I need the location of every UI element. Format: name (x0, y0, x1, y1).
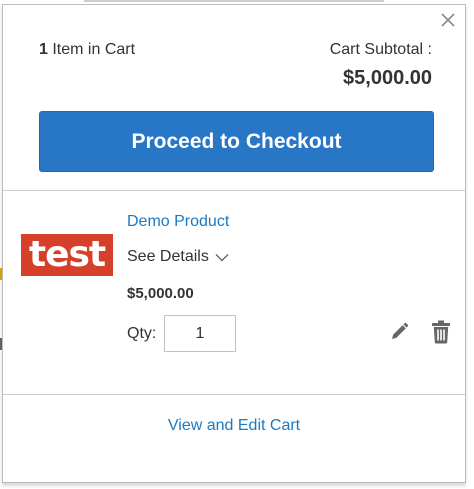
proceed-to-checkout-button[interactable]: Proceed to Checkout (39, 111, 434, 172)
items-count-number: 1 (39, 41, 48, 58)
close-icon (441, 13, 455, 27)
product-price: $5,000.00 (127, 285, 194, 302)
trash-icon (432, 320, 450, 344)
items-count-label: Item in Cart (52, 41, 136, 58)
see-details-label: See Details (127, 248, 209, 265)
minicart-dropdown: 1 Item in Cart Cart Subtotal : $5,000.00… (2, 4, 466, 483)
background-rule (84, 0, 384, 2)
qty-label: Qty: (127, 325, 157, 342)
items-count: 1 Item in Cart (39, 41, 135, 59)
close-button[interactable] (437, 9, 459, 31)
chevron-down-icon (215, 253, 229, 261)
pencil-icon (392, 322, 409, 339)
product-name-link[interactable]: Demo Product (127, 213, 229, 231)
subtotal-label: Cart Subtotal : (329, 41, 432, 58)
edit-item-button[interactable] (389, 322, 409, 342)
page: 1 Item in Cart Cart Subtotal : $5,000.00… (0, 0, 474, 489)
divider (3, 394, 465, 395)
divider (3, 190, 465, 191)
qty-input[interactable] (164, 315, 236, 352)
see-details-toggle[interactable]: See Details (127, 248, 229, 266)
product-thumbnail[interactable]: test (21, 234, 113, 276)
product-thumbnail-text: test (28, 234, 106, 275)
subtotal-amount: $5,000.00 (343, 67, 432, 89)
delete-item-button[interactable] (431, 320, 451, 344)
view-and-edit-cart-link[interactable]: View and Edit Cart (3, 417, 465, 435)
